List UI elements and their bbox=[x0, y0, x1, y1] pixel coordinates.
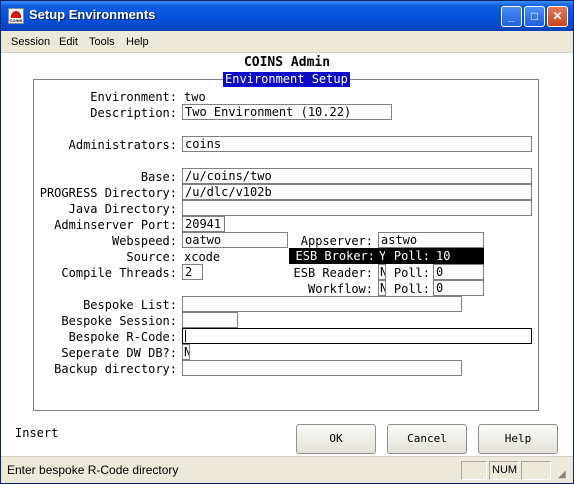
workflow-field[interactable]: N bbox=[378, 280, 386, 296]
compile-threads-label: Compile Threads: bbox=[61, 266, 177, 280]
title-bar[interactable]: COINS Setup Environments _ □ ✕ bbox=[1, 1, 573, 31]
bespoke-session-label: Bespoke Session: bbox=[61, 314, 177, 328]
bespoke-session-field[interactable] bbox=[182, 312, 238, 328]
menu-bar: Session Edit Tools Help bbox=[1, 31, 573, 53]
adminserver-port-field[interactable]: 20941 bbox=[182, 216, 225, 232]
appserver-field[interactable]: astwo bbox=[378, 232, 484, 248]
backup-directory-label: Backup directory: bbox=[54, 362, 177, 376]
window-title: Setup Environments bbox=[29, 7, 156, 22]
base-label: Base: bbox=[140, 170, 177, 184]
java-directory-label: Java Directory: bbox=[68, 202, 177, 216]
setup-environments-window: COINS Setup Environments _ □ ✕ Session E… bbox=[0, 0, 574, 484]
seperate-dw-db-label: Seperate DW DB?: bbox=[61, 346, 177, 360]
frame-title: Environment Setup bbox=[223, 72, 350, 87]
app-title: COINS Admin bbox=[243, 55, 331, 70]
workflow-poll-field[interactable]: 0 bbox=[433, 280, 484, 296]
maximize-button[interactable]: □ bbox=[524, 6, 545, 27]
description-label: Description: bbox=[90, 106, 177, 120]
client-area: COINS Admin Environment Setup Environmen… bbox=[1, 54, 573, 456]
esb-broker-field[interactable]: Y bbox=[378, 248, 386, 264]
status-pane-scroll bbox=[521, 461, 551, 480]
ok-button[interactable]: OK bbox=[296, 424, 376, 454]
menu-session[interactable]: Session bbox=[11, 36, 50, 48]
status-bar: Enter bespoke R-Code directory NUM ◢ bbox=[1, 456, 573, 483]
mode-indicator: Insert bbox=[15, 426, 59, 440]
progress-directory-label: PROGRESS Directory: bbox=[39, 186, 177, 200]
esb-reader-label: ESB Reader: bbox=[293, 266, 373, 280]
status-message: Enter bespoke R-Code directory bbox=[7, 463, 179, 477]
bespoke-list-label: Bespoke List: bbox=[83, 298, 177, 312]
esb-broker-label: ESB Broker: bbox=[289, 248, 378, 264]
bespoke-rcode-field[interactable] bbox=[182, 328, 532, 344]
source-label: Source: bbox=[126, 250, 177, 264]
compile-threads-field[interactable]: 2 bbox=[182, 264, 203, 280]
menu-help[interactable]: Help bbox=[126, 36, 149, 48]
workflow-label: Workflow: bbox=[307, 282, 373, 296]
progress-directory-field[interactable]: /u/dlc/v102b bbox=[182, 184, 532, 200]
esb-broker-poll-field[interactable]: 10 bbox=[433, 248, 484, 264]
java-directory-field[interactable] bbox=[182, 200, 532, 216]
menu-tools[interactable]: Tools bbox=[89, 36, 115, 48]
esb-reader-poll-label: Poll: bbox=[393, 266, 430, 280]
bespoke-rcode-label: Bespoke R-Code: bbox=[68, 330, 177, 344]
administrators-label: Administrators: bbox=[68, 138, 177, 152]
status-pane-empty bbox=[461, 461, 487, 480]
adminserver-port-label: Adminserver Port: bbox=[54, 218, 177, 232]
base-field[interactable]: /u/coins/two bbox=[182, 168, 532, 184]
minimize-button[interactable]: _ bbox=[501, 6, 522, 27]
seperate-dw-db-field[interactable]: N bbox=[182, 344, 190, 360]
close-button[interactable]: ✕ bbox=[547, 6, 568, 27]
source-value: xcode bbox=[184, 250, 221, 264]
text-caret bbox=[185, 330, 186, 342]
menu-edit[interactable]: Edit bbox=[59, 36, 78, 48]
num-lock-indicator: NUM bbox=[489, 461, 519, 480]
workflow-poll-label: Poll: bbox=[393, 282, 430, 296]
coins-app-icon: COINS bbox=[8, 8, 24, 24]
esb-broker-poll-label: Poll: bbox=[385, 248, 433, 264]
description-field[interactable]: Two Environment (10.22) bbox=[182, 104, 392, 120]
backup-directory-field[interactable] bbox=[182, 360, 462, 376]
appserver-label: Appserver: bbox=[300, 234, 373, 248]
webspeed-field[interactable]: oatwo bbox=[182, 232, 288, 248]
esb-reader-poll-field[interactable]: 0 bbox=[433, 264, 484, 280]
administrators-field[interactable]: coins bbox=[182, 136, 532, 152]
bespoke-list-field[interactable] bbox=[182, 296, 462, 312]
environment-value: two bbox=[184, 90, 206, 104]
cancel-button[interactable]: Cancel bbox=[387, 424, 467, 454]
environment-label: Environment: bbox=[90, 90, 177, 104]
help-button[interactable]: Help bbox=[478, 424, 558, 454]
esb-reader-field[interactable]: N bbox=[378, 264, 386, 280]
resize-grip-icon[interactable]: ◢ bbox=[558, 469, 570, 481]
webspeed-label: Webspeed: bbox=[111, 234, 177, 248]
